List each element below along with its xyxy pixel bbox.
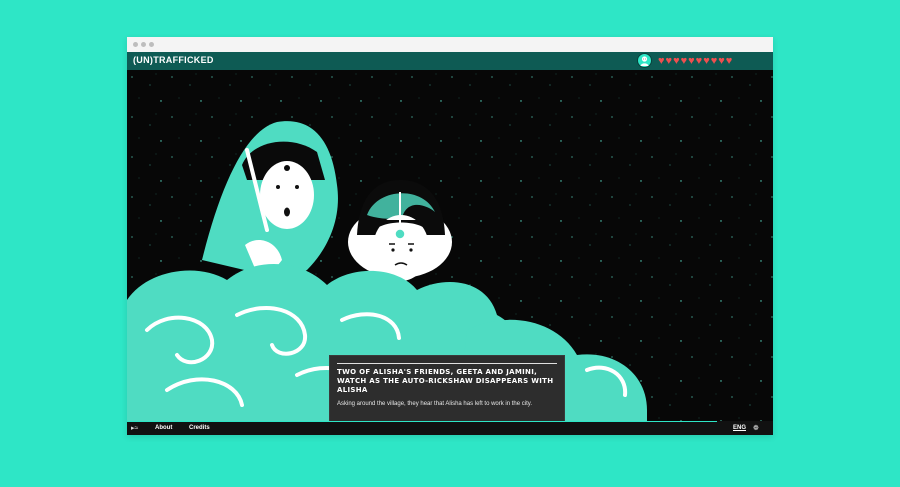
app-logo[interactable]: (UN)TRAFFICKED — [133, 55, 214, 65]
heart-icon: ♥ — [710, 55, 718, 67]
caption-body: Asking around the village, they hear tha… — [337, 401, 532, 407]
heart-icon: ♥ — [718, 55, 725, 67]
lives-hearts: ♥ ♥ ♥ ♥ ♥ ♥ ♥ ♥ ♥ ♥ — [658, 54, 732, 68]
footer-bar: ▸≈ About Credits ENG ❁ — [127, 421, 773, 435]
window-dot-icon[interactable] — [141, 42, 146, 47]
browser-chrome — [127, 37, 773, 52]
heart-icon: ♥ — [688, 55, 695, 67]
story-illustration: TWO OF ALISHA'S FRIENDS, GEETA AND JAMIN… — [127, 70, 773, 421]
browser-window: (UN)TRAFFICKED ♥ ♥ ♥ ♥ ♥ ♥ ♥ ♥ ♥ ♥ TWO O… — [127, 37, 773, 435]
heart-icon: ♥ — [703, 55, 710, 67]
speaker-icon[interactable]: ▸≈ — [131, 424, 138, 432]
heart-icon: ♥ — [658, 55, 665, 67]
window-dot-icon[interactable] — [149, 42, 154, 47]
heart-icon: ♥ — [680, 55, 688, 67]
language-selector[interactable]: ENG — [733, 425, 746, 431]
window-dot-icon[interactable] — [133, 42, 138, 47]
heart-icon: ♥ — [725, 55, 733, 67]
story-progress-bar — [127, 421, 717, 422]
credits-link[interactable]: Credits — [189, 425, 210, 431]
caption-rule — [337, 363, 557, 364]
heart-icon: ♥ — [673, 55, 680, 67]
caption-title: TWO OF ALISHA'S FRIENDS, GEETA AND JAMIN… — [337, 368, 554, 394]
person-avatar-icon[interactable] — [637, 53, 652, 68]
heart-icon: ♥ — [665, 55, 673, 67]
about-link[interactable]: About — [155, 425, 172, 431]
heart-icon: ♥ — [695, 55, 703, 67]
story-caption: TWO OF ALISHA'S FRIENDS, GEETA AND JAMIN… — [329, 355, 565, 421]
settings-icon[interactable]: ❁ — [753, 424, 759, 432]
app-header: (UN)TRAFFICKED ♥ ♥ ♥ ♥ ♥ ♥ ♥ ♥ ♥ ♥ — [127, 52, 773, 70]
